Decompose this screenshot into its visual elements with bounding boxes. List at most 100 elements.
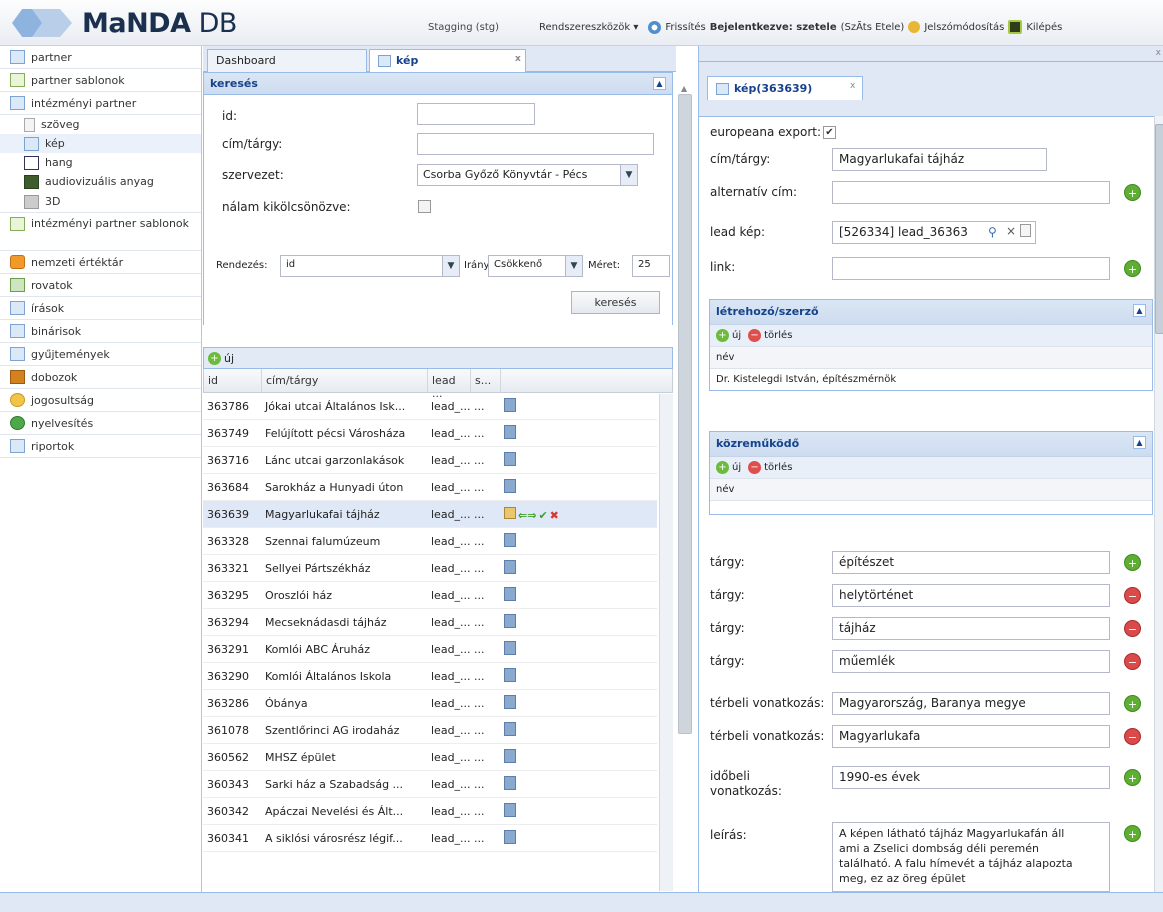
search-button[interactable]: keresés	[571, 291, 660, 314]
document-icon[interactable]	[1020, 224, 1031, 237]
chevron-down-icon[interactable]: ▼	[620, 165, 637, 185]
document-icon[interactable]	[504, 802, 516, 817]
sidebar-item-boxes[interactable]: dobozok	[0, 366, 201, 389]
add-description-icon[interactable]: +	[1124, 825, 1141, 842]
remove-subject-icon[interactable]: −	[1124, 653, 1141, 670]
document-icon[interactable]	[504, 829, 516, 844]
temporal-input[interactable]: 1990-es évek	[832, 766, 1110, 789]
subject-input-3[interactable]: tájház	[832, 617, 1110, 640]
sidebar-item-institutional-partner[interactable]: intézményi partner	[0, 92, 201, 115]
document-icon[interactable]	[504, 748, 516, 763]
document-icon[interactable]	[504, 586, 516, 601]
link-input[interactable]	[832, 257, 1110, 280]
spatial-input-1[interactable]: Magyarország, Baranya megye	[832, 692, 1110, 715]
table-row[interactable]: 363639 Magyarlukafai tájház lead_...... ⇐⇒ ✔…	[203, 501, 657, 528]
sidebar-item-text[interactable]: szöveg	[0, 115, 201, 134]
edit-icon[interactable]	[504, 506, 516, 519]
panel-splitter[interactable]: ▲	[676, 46, 698, 892]
sidebar-item-binaries[interactable]: binárisok	[0, 320, 201, 343]
column-header-s[interactable]: s...	[471, 369, 501, 392]
collapse-icon[interactable]: ▲	[1133, 304, 1146, 317]
sidebar-item-collections[interactable]: gyűjtemények	[0, 343, 201, 366]
table-row[interactable]: 360341 A siklósi városrész légif... lead_.…	[203, 825, 657, 852]
sidebar-item-writings[interactable]: írások	[0, 297, 201, 320]
move-left-icon[interactable]: ⇐	[518, 509, 527, 522]
table-row[interactable]: 361078 Szentlőrinci AG irodaház lead_.....…	[203, 717, 657, 744]
creator-new-button[interactable]: új	[732, 330, 741, 341]
add-icon[interactable]: +	[716, 329, 729, 342]
europeana-checkbox[interactable]: ✔	[823, 126, 836, 139]
add-icon[interactable]: +	[208, 351, 221, 365]
creator-row[interactable]: Dr. Kistelegdi István, építészmérnök	[710, 368, 1152, 390]
document-icon[interactable]	[504, 532, 516, 547]
table-row[interactable]: 360562 MHSZ épület lead_......	[203, 744, 657, 771]
title-input[interactable]: Magyarlukafai tájház	[832, 148, 1047, 171]
creator-delete-button[interactable]: törlés	[764, 330, 792, 341]
sidebar-item-audiovisual[interactable]: audiovizuális anyag	[0, 172, 201, 191]
document-icon[interactable]	[504, 559, 516, 574]
move-right-icon[interactable]: ⇒	[527, 509, 536, 522]
table-row[interactable]: 363786 Jókai utcai Általános Isk... lead_.…	[203, 393, 657, 420]
refresh-link[interactable]: Frissítés	[665, 22, 705, 33]
remove-spatial-icon[interactable]: −	[1124, 728, 1141, 745]
chevron-down-icon[interactable]: ▼	[442, 256, 459, 276]
tab-dashboard[interactable]: Dashboard	[207, 49, 367, 72]
delete-icon[interactable]: −	[748, 461, 762, 474]
sort-select[interactable]: id ▼	[280, 255, 460, 277]
table-row[interactable]: 363328 Szennai falumúzeum lead_......	[203, 528, 657, 555]
description-textarea[interactable]: A képen látható tájház Magyarlukafán áll…	[832, 822, 1110, 892]
table-row[interactable]: 363294 Mecseknádasdi tájház lead_......	[203, 609, 657, 636]
remove-subject-icon[interactable]: −	[1124, 587, 1141, 604]
title-input[interactable]	[417, 133, 654, 155]
document-icon[interactable]	[504, 667, 516, 682]
subject-input-4[interactable]: műemlék	[832, 650, 1110, 673]
table-row[interactable]: 360343 Sarki ház a Szabadság ... lead_....…	[203, 771, 657, 798]
document-icon[interactable]	[504, 694, 516, 709]
sidebar-item-localization[interactable]: nyelvesítés	[0, 412, 201, 435]
column-header-title[interactable]: cím/tárgy	[262, 369, 428, 392]
table-row[interactable]: 363290 Komlói Általános Iskola lead_......	[203, 663, 657, 690]
size-input[interactable]: 25	[632, 255, 670, 277]
chevron-down-icon[interactable]: ▼	[565, 256, 582, 276]
add-alt-title-icon[interactable]: +	[1124, 184, 1141, 201]
direction-select[interactable]: Csökkenő ▼	[488, 255, 583, 277]
document-icon[interactable]	[504, 613, 516, 628]
sidebar-item-columns[interactable]: rovatok	[0, 274, 201, 297]
clear-icon[interactable]: ×	[1006, 224, 1016, 238]
table-row[interactable]: 363684 Sarokház a Hunyadi úton lead_......	[203, 474, 657, 501]
scrollbar-thumb[interactable]	[1155, 124, 1163, 334]
org-select[interactable]: Csorba Győző Könyvtár - Pécs ▼	[417, 164, 638, 186]
collapse-icon[interactable]: ▲	[1133, 436, 1146, 449]
document-icon[interactable]	[504, 721, 516, 736]
tab-image-detail[interactable]: kép(363639) x	[707, 76, 863, 100]
logout-link[interactable]: Kilépés	[1026, 22, 1062, 33]
document-icon[interactable]	[504, 451, 516, 466]
document-icon[interactable]	[504, 424, 516, 439]
subject-input-1[interactable]: építészet	[832, 551, 1110, 574]
table-row[interactable]: 363321 Sellyei Pártszékház lead_......	[203, 555, 657, 582]
grid-scrollbar[interactable]	[659, 394, 673, 891]
password-change-link[interactable]: Jelszómódosítás	[924, 22, 1004, 33]
search-icon[interactable]: ⚲	[988, 225, 997, 239]
sidebar-item-institutional-templates[interactable]: intézményi partner sablonok	[0, 213, 201, 251]
sidebar-item-audio[interactable]: hang	[0, 153, 201, 172]
table-row[interactable]: 363291 Komlói ABC Áruház lead_......	[203, 636, 657, 663]
sidebar-item-national-value-store[interactable]: nemzeti értéktár	[0, 251, 201, 274]
sidebar-item-partner-templates[interactable]: partner sablonok	[0, 69, 201, 92]
alt-title-input[interactable]	[832, 181, 1110, 204]
column-header-lead[interactable]: lead ...	[428, 369, 471, 400]
remove-subject-icon[interactable]: −	[1124, 620, 1141, 637]
borrowed-checkbox[interactable]	[418, 200, 431, 213]
check-icon[interactable]: ✔	[538, 509, 547, 522]
table-row[interactable]: 363749 Felújított pécsi Városháza lead_...…	[203, 420, 657, 447]
collapse-icon[interactable]: ▲	[653, 77, 666, 90]
sidebar-item-reports[interactable]: riportok	[0, 435, 201, 458]
new-button[interactable]: új	[224, 352, 234, 365]
tools-menu[interactable]: Rendszereszközök ▾	[539, 22, 638, 33]
table-row[interactable]: 363716 Lánc utcai garzonlakások lead_.....…	[203, 447, 657, 474]
refresh-icon[interactable]	[648, 20, 662, 34]
table-row[interactable]: 363286 Óbánya lead_......	[203, 690, 657, 717]
close-icon[interactable]: x	[515, 54, 521, 64]
cancel-icon[interactable]: ✖	[550, 509, 559, 522]
close-icon[interactable]: x	[1156, 48, 1161, 58]
